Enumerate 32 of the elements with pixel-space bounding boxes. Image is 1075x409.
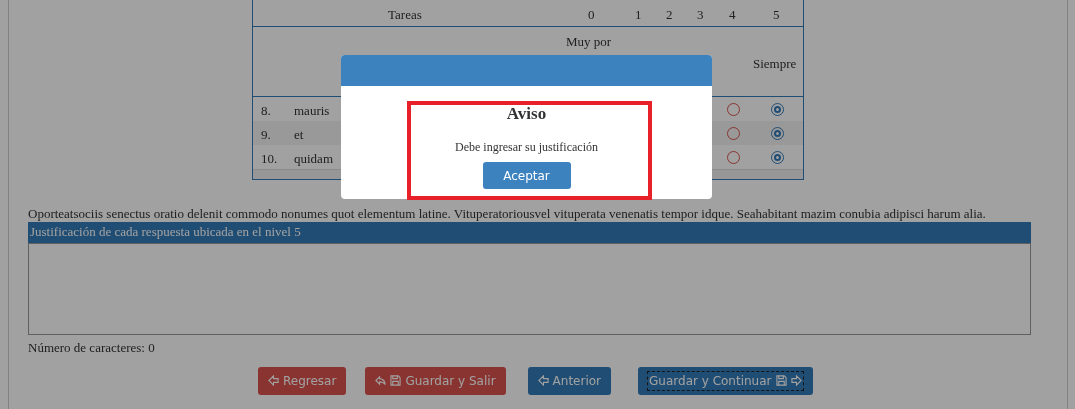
character-count: Número de caracteres: 0: [28, 339, 156, 357]
column-header: 0: [588, 6, 595, 24]
column-header: 2: [666, 6, 673, 24]
paragraph: Oporteatsociis senectus oratio delenit commodo nonumes quot elementum latine. Vituperatoriousvel vituperata venenatis tempor idque. Seahabitant mazim conubia adipisci harum alia.: [28, 206, 987, 221]
column-header: 5: [773, 6, 780, 24]
column-header: 1: [635, 6, 642, 24]
right-arrow-icon: [790, 375, 802, 386]
action-button[interactable]: Guardar y Continuar: [638, 366, 813, 395]
row-number: 10.: [261, 150, 278, 168]
action-button[interactable]: Regresar: [258, 366, 347, 395]
column-header: Tareas: [388, 6, 422, 24]
column-header: 3: [697, 6, 704, 24]
action-button[interactable]: Guardar y Salir: [365, 366, 506, 395]
reply-arrow-icon: [375, 375, 387, 386]
level-label: Muy por: [566, 33, 612, 51]
column-header: 4: [729, 6, 736, 24]
justification-header: Justificación de cada respuesta ubicada en el nivel 5: [28, 222, 1031, 243]
row-number: 9.: [261, 126, 271, 144]
justification-field[interactable]: [28, 243, 1031, 335]
task-text: quidam: [294, 150, 333, 168]
level-label: Siempre: [753, 55, 797, 73]
action-button[interactable]: Anterior: [527, 366, 612, 395]
left-arrow-icon: [537, 375, 549, 386]
left-arrow-icon: [268, 375, 279, 386]
task-text: et: [294, 126, 304, 144]
save-icon: [775, 375, 787, 386]
save-icon: [390, 375, 402, 386]
dialog-message: Debe ingresar su justificación: [455, 139, 598, 156]
row-number: 8.: [261, 102, 271, 120]
task-text: mauris: [294, 102, 330, 120]
dialog-title: Aviso: [506, 104, 547, 124]
accept-button[interactable]: Aceptar: [482, 162, 571, 189]
